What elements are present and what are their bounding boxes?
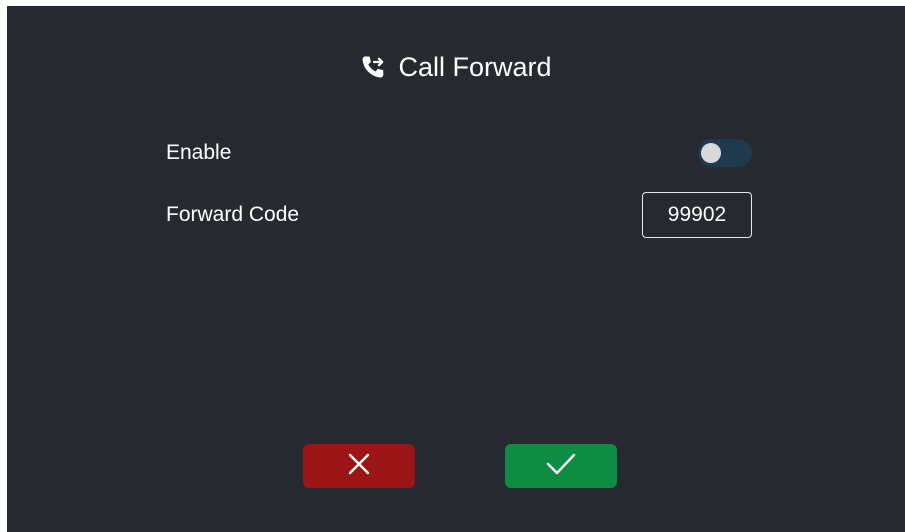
phone-forward-icon	[360, 54, 386, 80]
enable-toggle[interactable]	[698, 139, 752, 167]
forward-code-label: Forward Code	[166, 203, 300, 226]
forward-code-input[interactable]: 99902	[642, 192, 752, 238]
page-title: Call Forward	[398, 51, 552, 82]
forward-code-row: Forward Code 99902	[166, 190, 752, 240]
toggle-knob	[701, 143, 721, 163]
page-header: Call Forward	[7, 50, 905, 84]
enable-row: Enable	[166, 128, 752, 178]
check-icon	[545, 452, 577, 481]
enable-label: Enable	[166, 141, 232, 164]
call-forward-screen: Call Forward Enable Forward Code 99902	[7, 6, 905, 532]
close-icon	[347, 452, 371, 481]
cancel-button[interactable]	[303, 444, 415, 488]
confirm-button[interactable]	[505, 444, 617, 488]
